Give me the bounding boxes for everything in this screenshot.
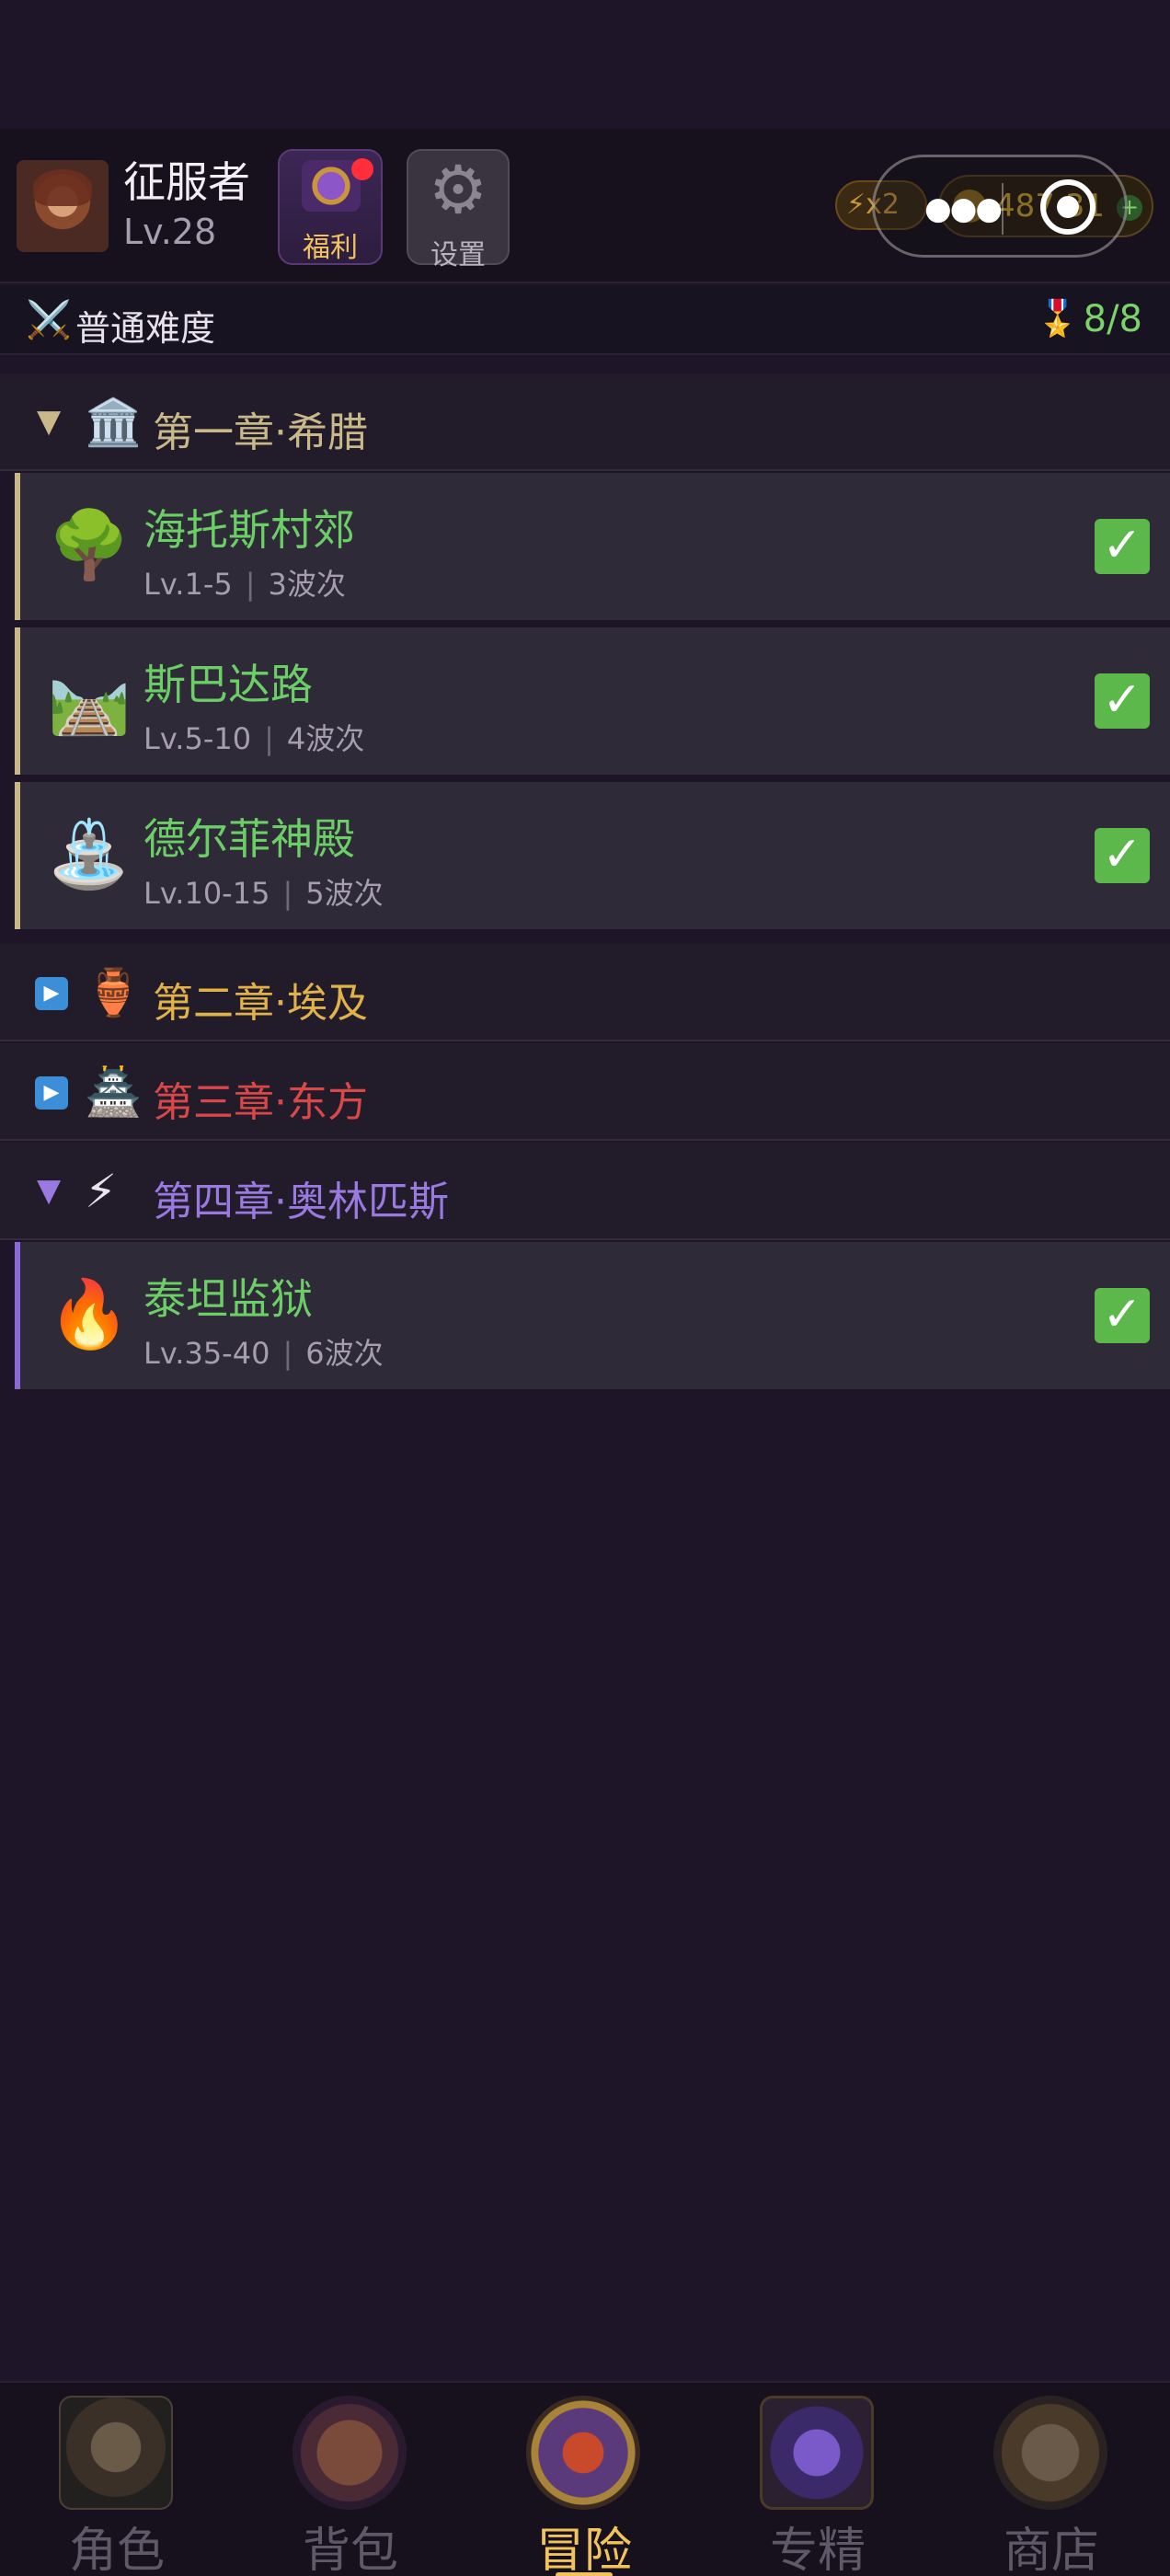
meta-divider: |: [245, 567, 256, 602]
stage-waves: 4波次: [286, 721, 365, 756]
stage-meta: Lv.10-15 | 5波次: [143, 870, 384, 913]
medal-icon: 🎖️: [1036, 298, 1080, 339]
fire-icon: 🔥: [48, 1275, 131, 1352]
stage-accent-bar: [15, 1242, 20, 1389]
expand-triangle-icon: ▼: [37, 1172, 62, 1209]
stage-row[interactable]: 🔥 泰坦监狱 Lv.35-40 | 6波次 ✓: [15, 1242, 1170, 1391]
miniprogram-capsule: ●●●: [872, 155, 1128, 258]
active-indicator: [556, 2572, 613, 2576]
meta-divider: |: [264, 721, 274, 756]
nav-label: 角色: [68, 2524, 165, 2576]
chapter-title: 第三章·东方: [153, 1079, 368, 1126]
cleared-check-icon: ✓: [1095, 673, 1150, 729]
nav-item-backpack[interactable]: 背包: [234, 2383, 467, 2576]
player-level: Lv.28: [123, 212, 217, 252]
chapter-header-2[interactable]: ▶ 🏺 第二章·埃及: [0, 944, 1170, 1041]
nav-item-character[interactable]: 角色: [0, 2383, 234, 2576]
stage-name: 海托斯村郊: [143, 505, 355, 555]
more-options-icon[interactable]: ●●●: [924, 190, 1003, 227]
stage-accent-bar: [15, 473, 20, 620]
chapter-header-4[interactable]: ▼ ⚡ 第四章·奥林匹斯: [0, 1143, 1170, 1240]
stage-meta: Lv.35-40 | 6波次: [143, 1330, 384, 1373]
welfare-label: 福利: [303, 232, 358, 264]
play-triangle-icon: ▶: [35, 977, 68, 1010]
mastery-icon: [760, 2396, 874, 2510]
adventure-icon: [526, 2396, 640, 2510]
meta-divider: |: [282, 1336, 293, 1371]
notification-dot: [351, 158, 373, 180]
meta-divider: |: [282, 876, 293, 911]
nav-label: 冒险: [535, 2524, 632, 2576]
welfare-button[interactable]: 福利: [278, 149, 383, 265]
stage-waves: 5波次: [305, 876, 384, 911]
close-icon[interactable]: [1040, 179, 1095, 235]
nav-label: 专精: [769, 2524, 866, 2576]
tree-icon: 🌳: [48, 506, 131, 583]
stage-name: 泰坦监狱: [143, 1274, 313, 1324]
bottom-nav: 角色 背包 冒险 专精 商店: [0, 2381, 1170, 2576]
cleared-check-icon: ✓: [1095, 1288, 1150, 1343]
stage-level: Lv.5-10: [143, 721, 252, 756]
nav-item-mastery[interactable]: 专精: [701, 2383, 935, 2576]
pagoda-icon: 🏯: [85, 1065, 143, 1119]
play-triangle-icon: ▶: [35, 1076, 68, 1110]
avatar[interactable]: [17, 160, 109, 252]
amphora-icon: 🏺: [85, 966, 143, 1019]
difficulty-label: 普通难度: [75, 308, 216, 349]
lightning-icon: ⚡: [85, 1165, 118, 1218]
settings-button[interactable]: ⚙ 设置: [407, 149, 510, 271]
settings-label: 设置: [430, 239, 486, 271]
stage-meta: Lv.5-10 | 4波次: [143, 716, 364, 758]
temple-icon: 🏛️: [85, 396, 143, 449]
stage-name: 德尔菲神殿: [143, 814, 355, 864]
capsule-divider: [1002, 183, 1004, 235]
railway-icon: 🛤️: [48, 661, 131, 738]
stage-accent-bar: [15, 627, 20, 775]
stage-row[interactable]: 🛤️ 斯巴达路 Lv.5-10 | 4波次 ✓: [15, 627, 1170, 776]
gear-icon: ⚙: [428, 151, 488, 228]
chapter-header-3[interactable]: ▶ 🏯 第三章·东方: [0, 1043, 1170, 1141]
nav-item-shop[interactable]: 商店: [935, 2383, 1168, 2576]
difficulty-progress: 8/8: [1083, 298, 1142, 340]
stage-waves: 6波次: [305, 1336, 384, 1371]
stage-level: Lv.1-5: [143, 567, 233, 602]
top-bar: 征服者 Lv.28 福利 ⚙ 设置 ⚡x2 487 31 + ●●●: [0, 129, 1170, 283]
stage-name: 斯巴达路: [143, 660, 313, 709]
lightning-icon: ⚡: [846, 189, 866, 221]
stage-accent-bar: [15, 782, 20, 929]
crossed-swords-icon: ⚔️: [26, 299, 72, 341]
backpack-icon: [292, 2396, 407, 2510]
chapter-header-1[interactable]: ▼ 🏛️ 第一章·希腊: [0, 374, 1170, 471]
stage-level: Lv.35-40: [143, 1336, 270, 1371]
status-bar-spacer: [0, 0, 1170, 129]
stage-row[interactable]: ⛲ 德尔菲神殿 Lv.10-15 | 5波次 ✓: [15, 782, 1170, 931]
cleared-check-icon: ✓: [1095, 519, 1150, 574]
stage-row[interactable]: 🌳 海托斯村郊 Lv.1-5 | 3波次 ✓: [15, 473, 1170, 622]
nav-label: 背包: [302, 2524, 398, 2576]
stage-meta: Lv.1-5 | 3波次: [143, 561, 346, 604]
nav-label: 商店: [1003, 2524, 1099, 2576]
chapter-title: 第四章·奥林匹斯: [153, 1179, 449, 1225]
character-icon: [59, 2396, 173, 2510]
stage-level: Lv.10-15: [143, 876, 270, 911]
player-name: 征服者: [123, 157, 250, 207]
chapter-title: 第一章·希腊: [153, 409, 368, 456]
stage-waves: 3波次: [268, 567, 346, 602]
chapter-title: 第二章·埃及: [153, 980, 368, 1027]
cleared-check-icon: ✓: [1095, 828, 1150, 883]
expand-triangle-icon: ▼: [37, 403, 62, 440]
shop-icon: [993, 2396, 1107, 2510]
fountain-icon: ⛲: [48, 815, 131, 892]
nav-item-adventure[interactable]: 冒险: [467, 2383, 701, 2576]
difficulty-bar[interactable]: ⚔️ 普通难度 🎖️ 8/8: [0, 285, 1170, 355]
